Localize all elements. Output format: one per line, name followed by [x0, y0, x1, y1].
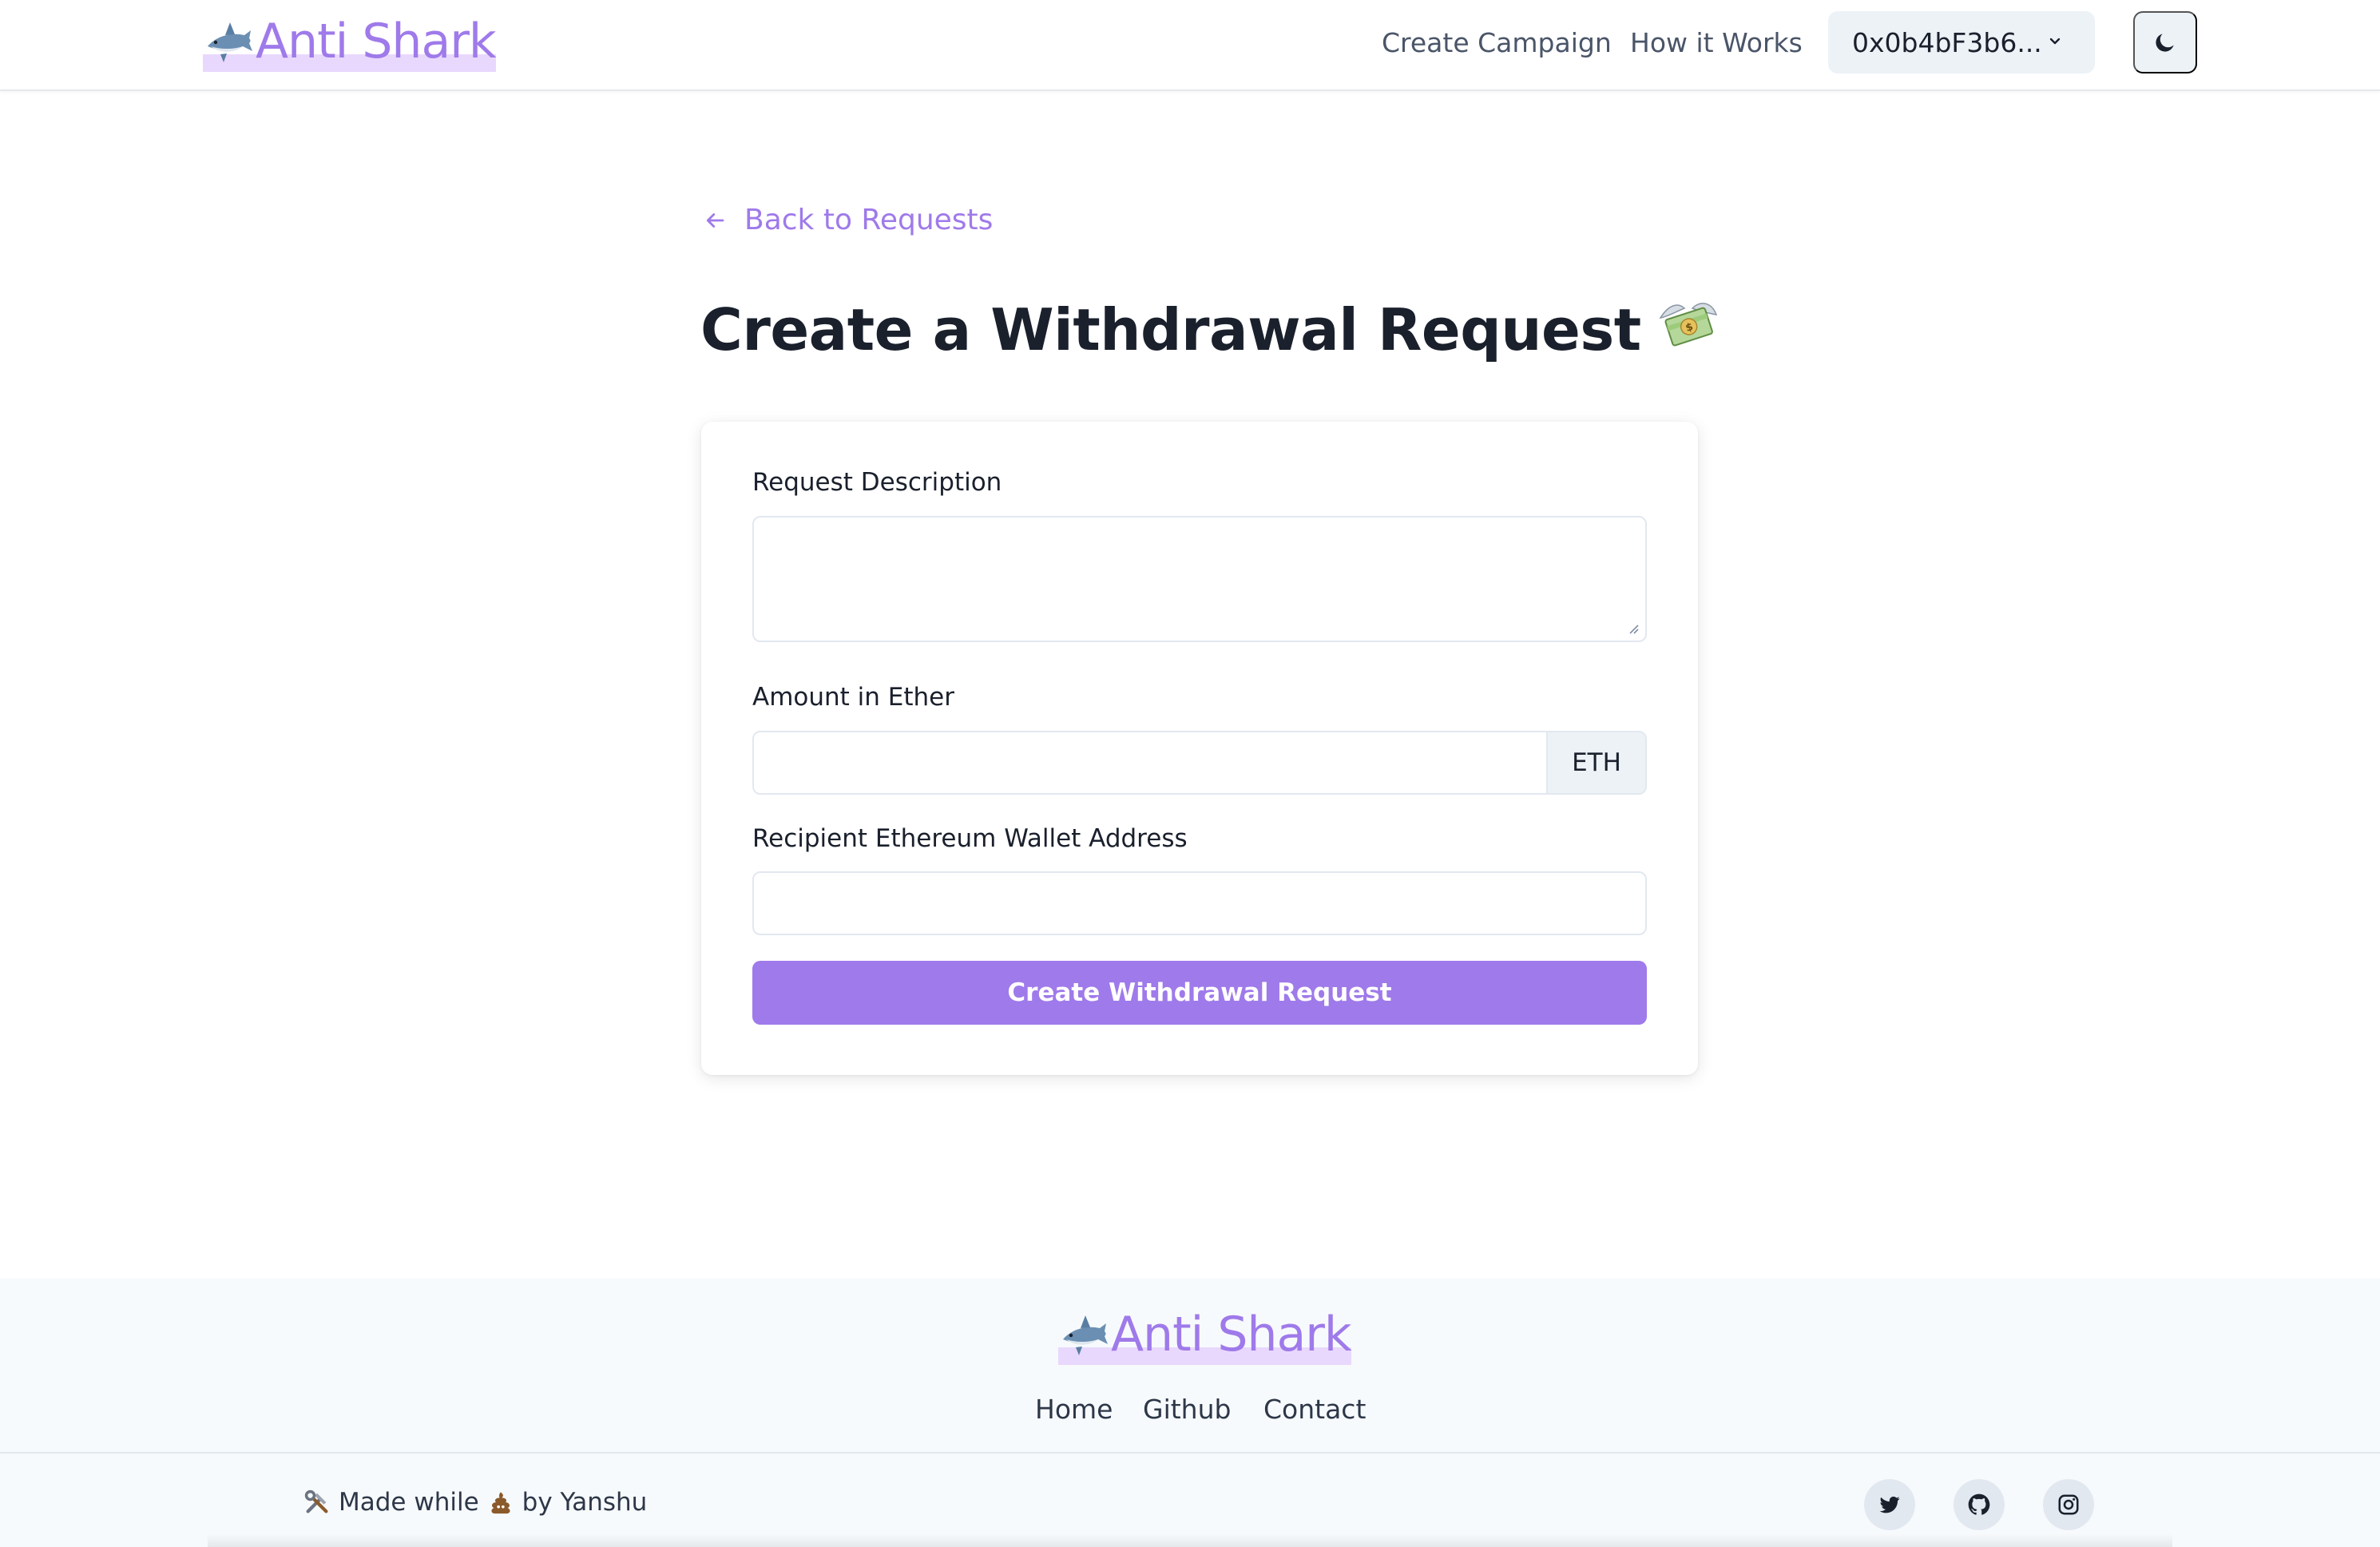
- recipient-label: Recipient Ethereum Wallet Address: [752, 824, 1188, 853]
- shark-icon: [1058, 1309, 1109, 1360]
- recipient-address-input[interactable]: [752, 871, 1647, 935]
- eth-unit-addon: ETH: [1546, 732, 1645, 793]
- wallet-address: 0x0b4bF3b6...: [1852, 26, 2042, 58]
- back-to-requests-link[interactable]: Back to Requests: [703, 204, 993, 236]
- moon-icon: [2156, 34, 2174, 52]
- page: Anti Shark Create Campaign How it Works …: [0, 0, 2380, 1547]
- logo-link[interactable]: Anti Shark: [203, 14, 497, 72]
- description-label: Request Description: [752, 468, 1002, 497]
- arrow-left-icon: [706, 212, 724, 228]
- by-author-text: by Yanshu: [522, 1488, 648, 1517]
- footer-link-contact[interactable]: Contact: [1263, 1394, 1366, 1425]
- amount-label: Amount in Ether: [752, 683, 954, 712]
- wallet-menu-button[interactable]: 0x0b4bF3b6...: [1828, 11, 2095, 73]
- chevron-down-icon: [2049, 38, 2061, 45]
- theme-toggle-button[interactable]: [2133, 11, 2197, 73]
- made-by-credit: Made while by Yanshu: [303, 1488, 647, 1517]
- footer: Anti Shark Home Github Contact Made whil…: [0, 1279, 2380, 1547]
- shark-icon: [203, 16, 254, 67]
- top-navbar: Anti Shark Create Campaign How it Works …: [0, 0, 2380, 91]
- resize-grip-icon[interactable]: [1626, 621, 1639, 634]
- instagram-button[interactable]: [2043, 1479, 2094, 1530]
- footer-link-github[interactable]: Github: [1143, 1394, 1231, 1425]
- money-with-wings-icon: $: [1657, 294, 1720, 365]
- nav-create-campaign[interactable]: Create Campaign: [1382, 27, 1612, 58]
- github-icon: [1968, 1493, 1990, 1515]
- back-link-label: Back to Requests: [744, 204, 994, 236]
- instagram-icon: [2058, 1494, 2079, 1515]
- logo-text: Anti Shark: [256, 14, 497, 69]
- poop-icon: [491, 1492, 510, 1514]
- amount-input[interactable]: [754, 732, 1546, 793]
- footer-logo-text: Anti Shark: [1111, 1307, 1352, 1363]
- footer-logo-link[interactable]: Anti Shark: [1058, 1307, 1352, 1365]
- twitter-icon: [1879, 1496, 1900, 1513]
- nav-how-it-works[interactable]: How it Works: [1630, 27, 1803, 58]
- amount-input-group: ETH: [752, 731, 1647, 795]
- github-button[interactable]: [1954, 1479, 2005, 1530]
- hammer-and-wrench-icon: [304, 1489, 328, 1513]
- twitter-button[interactable]: [1864, 1479, 1915, 1530]
- description-textarea[interactable]: [752, 516, 1647, 642]
- create-withdrawal-request-button[interactable]: Create Withdrawal Request: [752, 961, 1647, 1025]
- footer-link-home[interactable]: Home: [1035, 1394, 1113, 1425]
- bottom-fade: [208, 1533, 2172, 1547]
- withdrawal-request-form: Request Description Amount in Ether ETH …: [701, 422, 1698, 1075]
- page-title: Create a Withdrawal Request $: [700, 294, 1720, 365]
- made-while-text: Made while: [339, 1488, 479, 1517]
- page-title-text: Create a Withdrawal Request: [700, 296, 1641, 363]
- footer-divider: [0, 1452, 2380, 1454]
